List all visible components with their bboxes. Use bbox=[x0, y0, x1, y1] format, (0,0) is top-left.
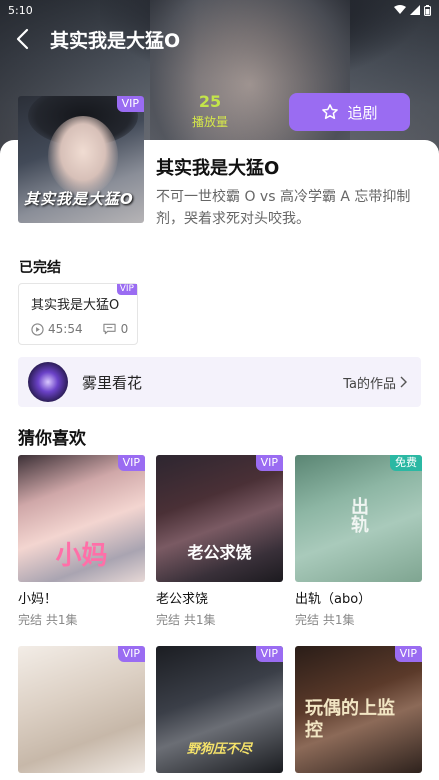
vip-badge: VIP bbox=[394, 646, 422, 662]
author-works-link[interactable]: Ta的作品 bbox=[343, 373, 407, 392]
recommendation-thumbnail[interactable]: 小妈 VIP bbox=[18, 455, 145, 582]
drama-description: 不可一世校霸 O vs 高冷学霸 A 忘带抑制剂，哭着求死对头咬我。 bbox=[156, 189, 411, 227]
back-button[interactable] bbox=[2, 22, 42, 56]
vip-badge: VIP bbox=[116, 96, 144, 112]
drama-cover-image[interactable]: 其实我是大猛O VIP bbox=[18, 96, 144, 223]
vip-badge: VIP bbox=[117, 455, 145, 471]
drama-title: 其实我是大猛O bbox=[156, 158, 280, 179]
completion-status-label: 已完结 bbox=[19, 260, 61, 276]
recommendation-title: 小妈！ bbox=[18, 592, 58, 607]
vip-badge: VIP bbox=[255, 646, 283, 662]
recommendation-thumbnail[interactable]: VIP bbox=[18, 646, 145, 773]
recommendation-thumbnail[interactable]: 老公求饶 VIP bbox=[156, 455, 283, 582]
chevron-right-icon bbox=[400, 376, 407, 388]
back-arrow-icon bbox=[16, 28, 29, 50]
recommendation-item[interactable]: 老公求饶 VIP 老公求饶 完结 共1集 bbox=[156, 455, 283, 628]
play-count-label: 播放量 bbox=[191, 115, 228, 129]
follow-drama-label: 追剧 bbox=[347, 103, 378, 122]
recommendation-item[interactable]: 小妈 VIP 小妈！ 完结 共1集 bbox=[18, 455, 145, 628]
thumbnail-overlay-text: 玩偶的上监控 bbox=[305, 698, 395, 741]
recommendation-meta: 完结 共1集 bbox=[295, 613, 355, 627]
recommendation-thumbnail[interactable]: 野狗压不尽 VIP bbox=[156, 646, 283, 773]
status-bar: 5:10 bbox=[0, 0, 439, 20]
thumbnail-overlay-text: 老公求饶 bbox=[187, 543, 252, 562]
recommendation-item[interactable]: 野狗压不尽 VIP bbox=[156, 646, 283, 773]
cover-title-text: 其实我是大猛O bbox=[24, 190, 134, 208]
play-circle-icon bbox=[31, 322, 44, 336]
status-time: 5:10 bbox=[8, 3, 33, 17]
recommendation-item[interactable]: 玩偶的上监控 VIP bbox=[295, 646, 422, 773]
signal-icon bbox=[410, 5, 420, 15]
page-title: 其实我是大猛O bbox=[50, 29, 181, 52]
thumbnail-overlay-text: 野狗压不尽 bbox=[186, 742, 252, 757]
episode-title: 其实我是大猛O bbox=[31, 298, 120, 313]
play-count-stat: 25 播放量 bbox=[180, 92, 240, 130]
play-count-value: 25 bbox=[198, 92, 222, 111]
vip-badge: VIP bbox=[116, 284, 137, 295]
recommendation-meta: 完结 共1集 bbox=[156, 613, 216, 627]
author-works-label: Ta的作品 bbox=[343, 376, 396, 392]
thumbnail-overlay-text: 出轨 bbox=[348, 497, 369, 533]
vip-badge: VIP bbox=[255, 455, 283, 471]
comment-icon bbox=[102, 323, 116, 335]
recommendations-title: 猜你喜欢 bbox=[18, 429, 86, 449]
recommendation-thumbnail[interactable]: 出轨 免费 bbox=[295, 455, 422, 582]
recommendation-thumbnail[interactable]: 玩偶的上监控 VIP bbox=[295, 646, 422, 773]
recommendation-title: 出轨（abo） bbox=[295, 592, 372, 607]
star-icon bbox=[322, 104, 339, 120]
thumbnail-overlay-text: 小妈 bbox=[55, 541, 108, 571]
episode-comment-count: 0 bbox=[120, 322, 129, 336]
author-name: 雾里看花 bbox=[82, 373, 143, 392]
recommendation-item[interactable]: 出轨 免费 出轨（abo） 完结 共1集 bbox=[295, 455, 422, 628]
recommendation-title: 老公求饶 bbox=[156, 592, 209, 607]
battery-icon bbox=[424, 4, 431, 16]
follow-drama-button[interactable]: 追剧 bbox=[289, 93, 410, 131]
author-row[interactable]: 雾里看花 Ta的作品 bbox=[18, 357, 421, 407]
author-avatar[interactable] bbox=[28, 362, 68, 402]
free-badge: 免费 bbox=[390, 455, 422, 471]
wifi-icon bbox=[394, 5, 406, 14]
vip-badge: VIP bbox=[117, 646, 145, 662]
episode-duration: 45:54 bbox=[48, 322, 83, 336]
episode-card[interactable]: VIP 其实我是大猛O 45:54 0 bbox=[18, 283, 138, 345]
top-navigation-bar: 其实我是大猛O bbox=[0, 22, 439, 56]
recommendation-item[interactable]: VIP bbox=[18, 646, 145, 773]
recommendation-meta: 完结 共1集 bbox=[18, 613, 78, 627]
